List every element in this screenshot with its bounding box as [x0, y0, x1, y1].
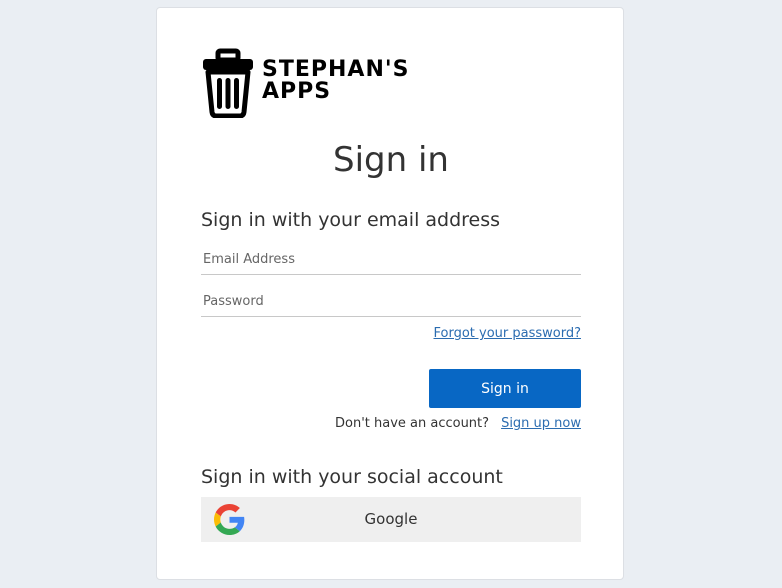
signin-card: STEPHAN'S APPS Sign in Sign in with your…: [156, 7, 624, 580]
brand-name-line2: APPS: [262, 79, 332, 104]
signin-button[interactable]: Sign in: [429, 369, 581, 408]
email-field[interactable]: [201, 245, 581, 275]
trash-can-icon: [203, 48, 253, 118]
forgot-password-link[interactable]: Forgot your password?: [433, 326, 581, 341]
social-section-heading: Sign in with your social account: [201, 466, 503, 488]
google-signin-button[interactable]: Google: [201, 497, 581, 542]
brand-logo: STEPHAN'S APPS: [201, 48, 461, 118]
google-label: Google: [364, 510, 418, 528]
signup-prompt: Don't have an account?: [334, 416, 490, 431]
page-title: Sign in: [333, 140, 449, 180]
brand-name-line1: STEPHAN'S: [262, 57, 410, 82]
password-field[interactable]: [201, 287, 581, 317]
signup-row: Don't have an account? Sign up now: [335, 416, 581, 431]
signup-link[interactable]: Sign up now: [501, 416, 581, 431]
brand-name: STEPHAN'S APPS: [262, 59, 409, 103]
email-section-heading: Sign in with your email address: [201, 209, 501, 231]
